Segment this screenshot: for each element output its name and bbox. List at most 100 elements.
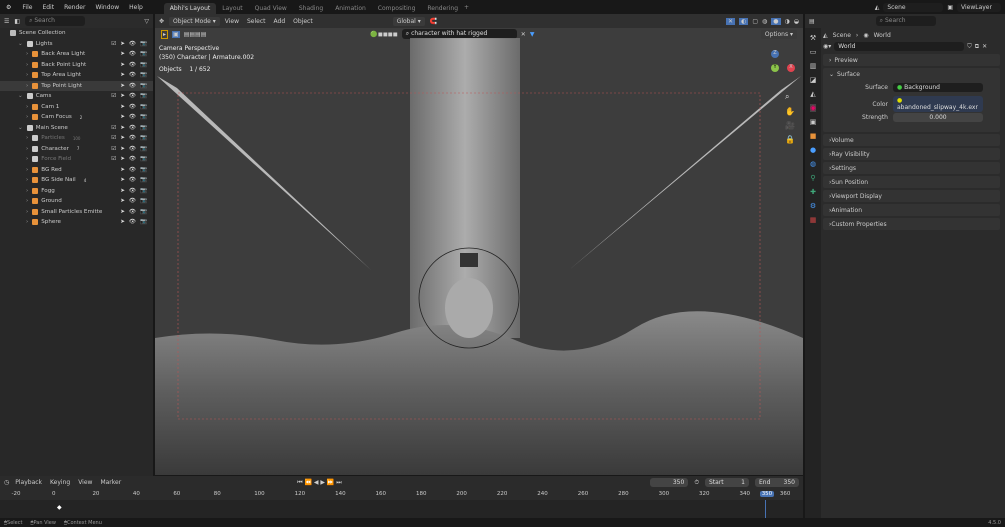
outliner-row[interactable]: ⌄ Lights ☑ ➤ 👁 📷 <box>0 39 153 50</box>
stopwatch-icon[interactable]: ⏱ <box>694 479 699 487</box>
expand-chevron-icon[interactable]: › <box>26 188 28 194</box>
selectable-icon[interactable]: ➤ <box>120 125 125 131</box>
outliner-row[interactable]: › Character 7 ☑ ➤ 👁 📷 <box>0 144 153 155</box>
menu-window[interactable]: Window <box>95 4 119 11</box>
pan-hand-icon[interactable]: ✋ <box>785 107 795 116</box>
particles-tab-icon[interactable]: ◍ <box>810 160 816 168</box>
world-browse-icon[interactable]: ◉▾ <box>823 43 831 50</box>
selectable-icon[interactable]: ➤ <box>120 135 125 141</box>
selectable-icon[interactable]: ➤ <box>120 72 125 78</box>
expand-chevron-icon[interactable]: › <box>26 72 28 78</box>
expand-chevron-icon[interactable]: › <box>26 198 28 204</box>
visibility-eye-icon[interactable]: 👁 <box>129 209 136 215</box>
lock-icon[interactable]: 🔒 <box>785 135 795 144</box>
gizmo-y[interactable]: Y <box>771 64 779 72</box>
editor-type-icon[interactable]: ◷ <box>4 479 9 486</box>
render-camera-icon[interactable]: 📷 <box>140 104 147 110</box>
object-tab-icon[interactable]: ■ <box>810 132 817 140</box>
selectable-icon[interactable]: ➤ <box>120 93 125 99</box>
render-camera-icon[interactable]: 📷 <box>140 177 147 183</box>
scene-collection-row[interactable]: Scene Collection <box>0 28 153 39</box>
expand-chevron-icon[interactable]: › <box>26 146 28 152</box>
viewport-menu-select[interactable]: Select <box>247 18 266 25</box>
expand-chevron-icon[interactable]: › <box>26 219 28 225</box>
render-camera-icon[interactable]: 📷 <box>140 198 147 204</box>
view-layer-tab-icon[interactable]: ◪ <box>810 76 817 84</box>
exclude-checkbox[interactable]: ☑ <box>111 125 116 131</box>
gizmo-toggle-icon[interactable]: ✕ <box>726 17 736 25</box>
selectable-icon[interactable]: ➤ <box>120 104 125 110</box>
render-camera-icon[interactable]: 📷 <box>140 125 147 131</box>
workspace-tab[interactable]: Animation <box>329 3 372 14</box>
visibility-eye-icon[interactable]: 👁 <box>129 62 136 68</box>
modifier-tab-icon[interactable]: ● <box>810 146 816 154</box>
expand-chevron-icon[interactable]: › <box>26 209 28 215</box>
blender-logo-icon[interactable]: ⚙ <box>6 4 11 11</box>
visibility-eye-icon[interactable]: 👁 <box>129 51 136 57</box>
render-camera-icon[interactable]: 📷 <box>140 83 147 89</box>
outliner-row[interactable]: › Top Area Light ➤ 👁 📷 <box>0 70 153 81</box>
selectable-icon[interactable]: ➤ <box>120 156 125 162</box>
render-camera-icon[interactable]: 📷 <box>140 219 147 225</box>
texture-tab-icon[interactable]: ▦ <box>810 216 817 224</box>
shading-material-icon[interactable]: ◑ <box>785 18 790 25</box>
expand-chevron-icon[interactable]: › <box>26 156 28 162</box>
display-mode-icon[interactable]: ◧ <box>14 18 20 25</box>
exclude-checkbox[interactable]: ☑ <box>111 93 116 99</box>
xray-icon[interactable]: ▢ <box>752 18 758 25</box>
viewport-menu-view[interactable]: View <box>225 18 239 25</box>
render-camera-icon[interactable]: 📷 <box>140 167 147 173</box>
render-camera-icon[interactable]: 📷 <box>140 72 147 78</box>
editor-type-icon[interactable]: ▤ <box>809 18 815 25</box>
expand-chevron-icon[interactable]: › <box>26 104 28 110</box>
menu-help[interactable]: Help <box>129 4 143 11</box>
unlink-icon[interactable]: ✕ <box>982 43 987 50</box>
render-camera-icon[interactable]: 📷 <box>140 188 147 194</box>
section-sun-position[interactable]: › Sun Position <box>823 176 1000 188</box>
render-camera-icon[interactable]: 📷 <box>140 209 147 215</box>
render-tab-icon[interactable]: ▭ <box>810 48 817 56</box>
timeline-menu-keying[interactable]: Keying <box>50 479 70 486</box>
section-volume[interactable]: › Volume <box>823 134 1000 146</box>
camera-view-icon[interactable]: 🎥 <box>785 121 795 130</box>
fake-user-icon[interactable]: ⛉ <box>967 43 972 51</box>
expand-chevron-icon[interactable]: ⌄ <box>18 125 23 131</box>
render-camera-icon[interactable]: 📷 <box>140 146 147 152</box>
render-camera-icon[interactable]: 📷 <box>140 156 147 162</box>
expand-chevron-icon[interactable]: › <box>26 177 28 183</box>
section-custom-properties[interactable]: › Custom Properties <box>823 218 1000 230</box>
outliner-row[interactable]: › Ground ➤ 👁 📷 <box>0 196 153 207</box>
start-frame-field[interactable]: Start 1 <box>705 478 749 487</box>
viewport-menu-object[interactable]: Object <box>293 18 313 25</box>
output-tab-icon[interactable]: ▥ <box>810 62 817 70</box>
world-tab-icon[interactable]: ◉ <box>809 104 817 112</box>
outliner-row[interactable]: › Small Particles Emitte ➤ 👁 📷 <box>0 207 153 218</box>
outliner-row[interactable]: › Fogg ➤ 👁 📷 <box>0 186 153 197</box>
navigation-gizmo[interactable]: Z Y X <box>757 50 797 90</box>
gizmo-z[interactable]: Z <box>771 50 779 58</box>
selectable-icon[interactable]: ➤ <box>120 62 125 68</box>
visibility-eye-icon[interactable]: 👁 <box>129 41 136 47</box>
orientation-dropdown[interactable]: Global ▾ <box>392 16 425 26</box>
snap-icon[interactable]: 🧲 <box>430 18 437 25</box>
gizmo-x[interactable]: X <box>787 64 795 72</box>
selectable-icon[interactable]: ➤ <box>120 83 125 89</box>
data-tab-icon[interactable]: ⚙ <box>810 202 816 210</box>
tool-tab-icon[interactable]: ⚒ <box>810 34 816 42</box>
editor-type-icon[interactable]: ☰ <box>4 18 9 25</box>
outliner-search[interactable]: ⌕ Search <box>25 16 86 26</box>
visibility-eye-icon[interactable]: 👁 <box>129 156 136 162</box>
zoom-icon[interactable]: ⌕ <box>785 92 795 102</box>
workspace-tab[interactable]: Rendering <box>421 3 464 14</box>
outliner-row[interactable]: › Cam Focus 2 ➤ 👁 📷 <box>0 112 153 123</box>
section-settings[interactable]: › Settings <box>823 162 1000 174</box>
visibility-eye-icon[interactable]: 👁 <box>129 93 136 99</box>
selectable-icon[interactable]: ➤ <box>120 177 125 183</box>
strength-field[interactable]: 0.000 <box>893 112 983 122</box>
collection-tab-icon[interactable]: ▣ <box>810 118 817 126</box>
section-animation[interactable]: › Animation <box>823 204 1000 216</box>
playhead[interactable] <box>765 500 766 518</box>
shading-solid-icon[interactable]: ● <box>771 17 781 25</box>
editor-type-icon[interactable]: ✥ <box>159 18 164 25</box>
outliner-row[interactable]: › Force Field ☑ ➤ 👁 📷 <box>0 154 153 165</box>
